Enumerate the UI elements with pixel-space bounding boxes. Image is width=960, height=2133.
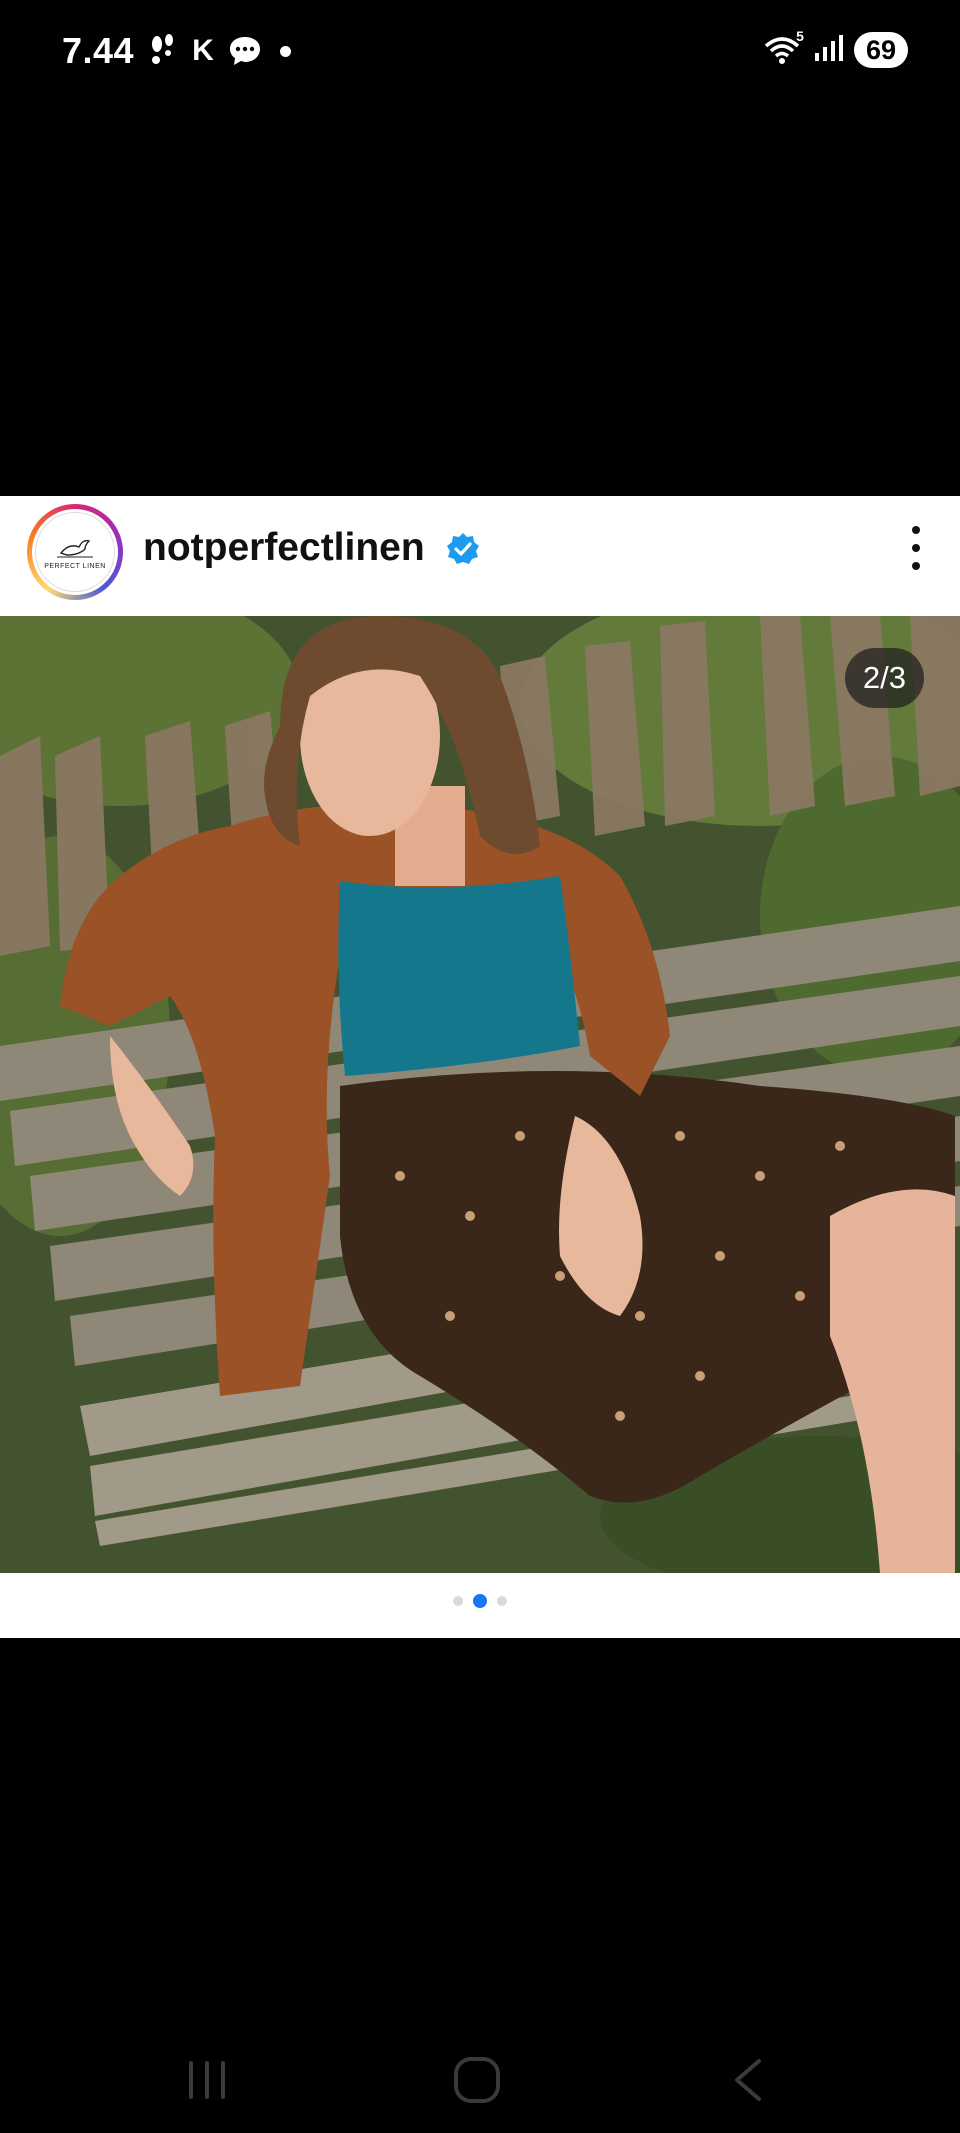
status-left: 7.44 K xyxy=(62,30,291,72)
battery-indicator: 69 xyxy=(853,32,908,68)
verified-badge-icon xyxy=(446,532,480,566)
more-dot xyxy=(912,544,920,552)
instagram-post: PERFECT LINEN notperfectlinen 2/3 xyxy=(0,496,960,1638)
wifi-icon: 5 xyxy=(764,28,804,66)
notification-dot-icon xyxy=(279,45,291,57)
post-username[interactable]: notperfectlinen xyxy=(143,526,425,570)
avatar-border: PERFECT LINEN xyxy=(32,509,118,595)
carrier-icon: K xyxy=(192,34,214,67)
status-right: 5 69 xyxy=(764,28,908,68)
post-photo[interactable]: 2/3 xyxy=(0,616,960,1573)
bird-logo-icon xyxy=(57,539,93,557)
avatar[interactable]: PERFECT LINEN xyxy=(35,512,115,592)
avatar-logo-text: PERFECT LINEN xyxy=(44,562,106,570)
carousel-dots xyxy=(0,1594,960,1608)
status-time: 7.44 xyxy=(62,30,135,71)
back-icon[interactable] xyxy=(712,2050,782,2110)
recent-apps-icon[interactable] xyxy=(172,2050,242,2110)
carousel-dot-active[interactable] xyxy=(473,1594,487,1608)
story-ring[interactable]: PERFECT LINEN xyxy=(27,504,123,600)
carousel-counter: 2/3 xyxy=(844,648,924,708)
more-options-icon[interactable] xyxy=(906,526,926,570)
more-dot xyxy=(912,562,920,570)
post-header: PERFECT LINEN notperfectlinen xyxy=(0,496,960,616)
status-bar: 7.44 K 5 69 xyxy=(0,0,960,110)
photo-illustration xyxy=(0,616,960,1573)
carousel-dot[interactable] xyxy=(453,1596,463,1606)
carousel-dot[interactable] xyxy=(497,1596,507,1606)
more-dot xyxy=(912,526,920,534)
system-nav-bar xyxy=(0,2020,960,2133)
home-icon[interactable] xyxy=(442,2050,512,2110)
chat-bubble-icon xyxy=(228,35,262,67)
footsteps-icon xyxy=(148,34,178,68)
signal-icon xyxy=(814,34,844,67)
wifi-badge: 5 xyxy=(796,28,804,44)
